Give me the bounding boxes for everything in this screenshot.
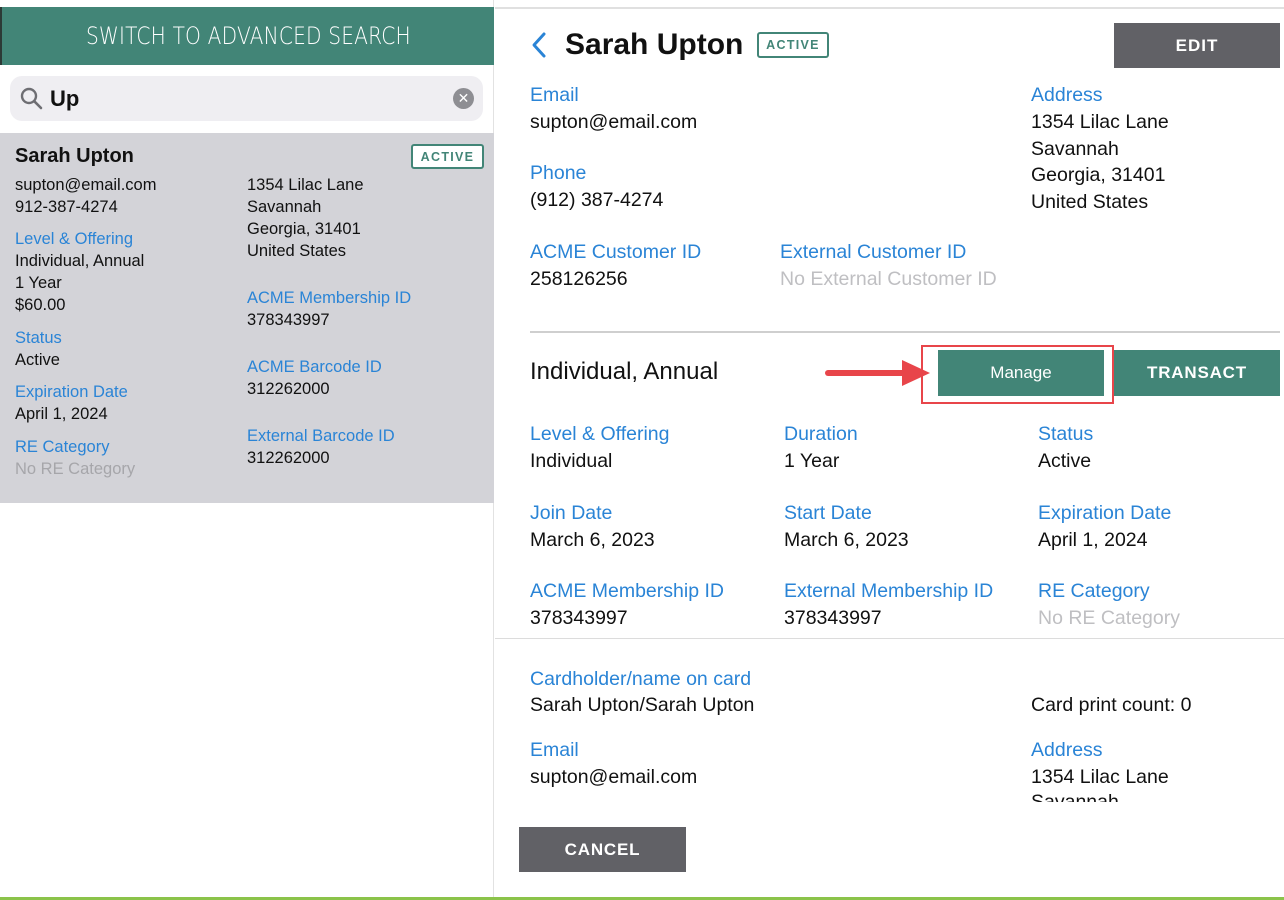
back-chevron-icon[interactable] <box>530 30 550 60</box>
result-ext-barcode-label: External Barcode ID <box>247 427 395 445</box>
cancel-button[interactable]: CANCEL <box>519 827 686 872</box>
start-date-label: Start Date <box>784 502 872 524</box>
join-date-label: Join Date <box>530 502 613 524</box>
external-customer-id-label: External Customer ID <box>780 241 967 263</box>
edit-button[interactable]: EDIT <box>1114 23 1280 68</box>
result-status-label: Status <box>15 329 62 347</box>
expiration-date-value: April 1, 2024 <box>1038 529 1148 551</box>
phone-value: (912) 387-4274 <box>530 189 664 211</box>
cardholder-label: Cardholder/name on card <box>530 668 752 690</box>
result-status-badge: ACTIVE <box>411 144 484 169</box>
duration-value: 1 Year <box>784 450 840 472</box>
cardholder-email-label: Email <box>530 739 579 761</box>
switch-to-advanced-search-button[interactable]: SWITCH TO ADVANCED SEARCH <box>2 7 494 65</box>
cardholder-address-line2: Savannah <box>1031 791 1119 802</box>
customer-status-badge: ACTIVE <box>757 32 829 58</box>
result-expiration-value: April 1, 2024 <box>15 405 108 423</box>
transact-button[interactable]: TRANSACT <box>1114 350 1280 396</box>
status-label: Status <box>1038 423 1094 445</box>
cardholder-address-label: Address <box>1031 739 1103 761</box>
result-address-line3: Georgia, 31401 <box>247 220 361 238</box>
customer-id-value: 258126256 <box>530 268 628 290</box>
duration-label: Duration <box>784 423 858 445</box>
address-line3: Georgia, 31401 <box>1031 164 1166 186</box>
result-address-line1: 1354 Lilac Lane <box>247 176 364 194</box>
result-email: supton@email.com <box>15 176 157 194</box>
re-category-label: RE Category <box>1038 580 1150 602</box>
address-line1: 1354 Lilac Lane <box>1031 111 1169 133</box>
address-label: Address <box>1031 84 1103 106</box>
address-line2: Savannah <box>1031 137 1119 160</box>
result-level-value: Individual, Annual <box>15 252 145 270</box>
result-status-value: Active <box>15 351 60 369</box>
membership-id-value: 378343997 <box>530 607 628 629</box>
external-membership-id-value: 378343997 <box>784 607 882 629</box>
membership-title: Individual, Annual <box>530 358 719 385</box>
section-divider <box>530 331 1280 333</box>
result-membership-id-label: ACME Membership ID <box>247 289 412 307</box>
level-label: Level & Offering <box>530 423 670 445</box>
search-pane: SWITCH TO ADVANCED SEARCH ✕ Sarah Upton … <box>0 0 494 900</box>
status-value: Active <box>1038 450 1092 472</box>
search-icon <box>20 87 43 110</box>
search-input[interactable] <box>50 80 430 118</box>
expiration-date-label: Expiration Date <box>1038 502 1172 524</box>
start-date-value: March 6, 2023 <box>784 529 909 551</box>
header-rule <box>495 7 1284 9</box>
result-phone: 912-387-4274 <box>15 198 118 216</box>
address-line4: United States <box>1031 190 1149 213</box>
result-expiration-label: Expiration Date <box>15 383 128 401</box>
cardholder-address-line1: 1354 Lilac Lane <box>1031 766 1169 788</box>
re-category-value: No RE Category <box>1038 607 1180 629</box>
result-ext-barcode-value: 312262000 <box>247 449 330 467</box>
card-print-count: Card print count: 0 <box>1031 694 1192 716</box>
advanced-search-label: SWITCH TO ADVANCED SEARCH <box>85 22 411 50</box>
result-name: Sarah Upton <box>15 145 134 167</box>
result-address-line4: United States <box>247 242 347 260</box>
customer-name: Sarah Upton <box>565 28 744 61</box>
customer-id-label: ACME Customer ID <box>530 241 702 263</box>
manage-button[interactable]: Manage <box>938 350 1104 396</box>
result-address-line2: Savannah <box>247 198 322 216</box>
result-barcode-label: ACME Barcode ID <box>247 358 382 376</box>
level-value: Individual <box>530 450 613 472</box>
email-value: supton@email.com <box>530 111 698 133</box>
result-membership-id-value: 378343997 <box>247 311 330 329</box>
result-level-label: Level & Offering <box>15 230 134 248</box>
result-price: $60.00 <box>15 296 66 314</box>
join-date-value: March 6, 2023 <box>530 529 655 551</box>
cardholder-email-value: supton@email.com <box>530 766 698 788</box>
result-barcode-value: 312262000 <box>247 380 330 398</box>
section-divider <box>495 638 1284 639</box>
phone-label: Phone <box>530 162 587 184</box>
result-re-value: No RE Category <box>15 460 136 478</box>
cardholder-value: Sarah Upton/Sarah Upton <box>530 694 755 716</box>
clear-search-icon[interactable]: ✕ <box>453 88 474 109</box>
result-re-label: RE Category <box>15 438 110 456</box>
external-customer-id-value: No External Customer ID <box>780 268 997 290</box>
annotation-arrow-icon <box>825 360 930 386</box>
membership-id-label: ACME Membership ID <box>530 580 724 602</box>
email-label: Email <box>530 84 579 106</box>
external-membership-id-label: External Membership ID <box>784 580 994 602</box>
result-duration: 1 Year <box>15 274 62 292</box>
